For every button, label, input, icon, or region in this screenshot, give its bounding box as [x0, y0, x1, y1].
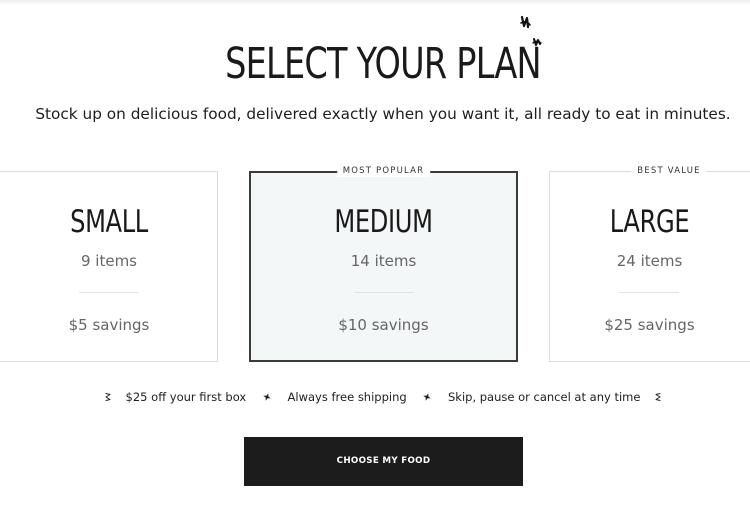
most-popular-badge: MOST POPULAR [336, 165, 431, 177]
squiggle-right-icon [655, 392, 661, 401]
page: SELECT YOUR PLAN Stock up on delicious f… [0, 0, 750, 515]
page-title: SELECT YOUR PLAN [225, 39, 542, 89]
perk-free-shipping: Always free shipping [287, 389, 407, 404]
sparkle-doodle-icon [520, 15, 542, 46]
plan-savings: $5 savings [68, 316, 150, 334]
squiggle-left-icon [105, 392, 111, 401]
plan-savings: $10 savings [338, 316, 429, 334]
perks-row: $25 off your first box Always free shipp… [0, 388, 750, 405]
plan-card-large[interactable]: BEST VALUE LARGE 24 items $25 savings [549, 165, 750, 362]
best-value-badge: BEST VALUE [631, 165, 707, 177]
plan-item-count: 9 items [80, 252, 137, 270]
header-shadow [0, 0, 750, 6]
plan-name: LARGE [609, 204, 690, 240]
plan-card-small[interactable]: SMALL 9 items $5 savings [0, 171, 218, 362]
plan-divider [353, 292, 414, 293]
plan-name: MEDIUM [334, 204, 433, 240]
plan-savings: $25 savings [604, 316, 695, 334]
page-subtitle: Stock up on delicious food, delivered ex… [35, 105, 731, 123]
plan-item-count: 14 items [350, 252, 417, 270]
perk-flexible-subscription: Skip, pause or cancel at any time [447, 389, 641, 404]
star-separator-icon [423, 392, 432, 401]
star-separator-icon [263, 392, 271, 401]
plan-divider [79, 292, 139, 293]
choose-my-food-button[interactable]: CHOOSE MY FOOD [244, 437, 523, 486]
plan-divider [619, 292, 679, 293]
perk-first-box-discount: $25 off your first box [125, 389, 247, 404]
plan-card-medium[interactable]: MOST POPULAR MEDIUM 14 items $10 savings [249, 165, 518, 362]
plan-name: SMALL [70, 204, 148, 240]
plan-item-count: 24 items [616, 252, 683, 270]
